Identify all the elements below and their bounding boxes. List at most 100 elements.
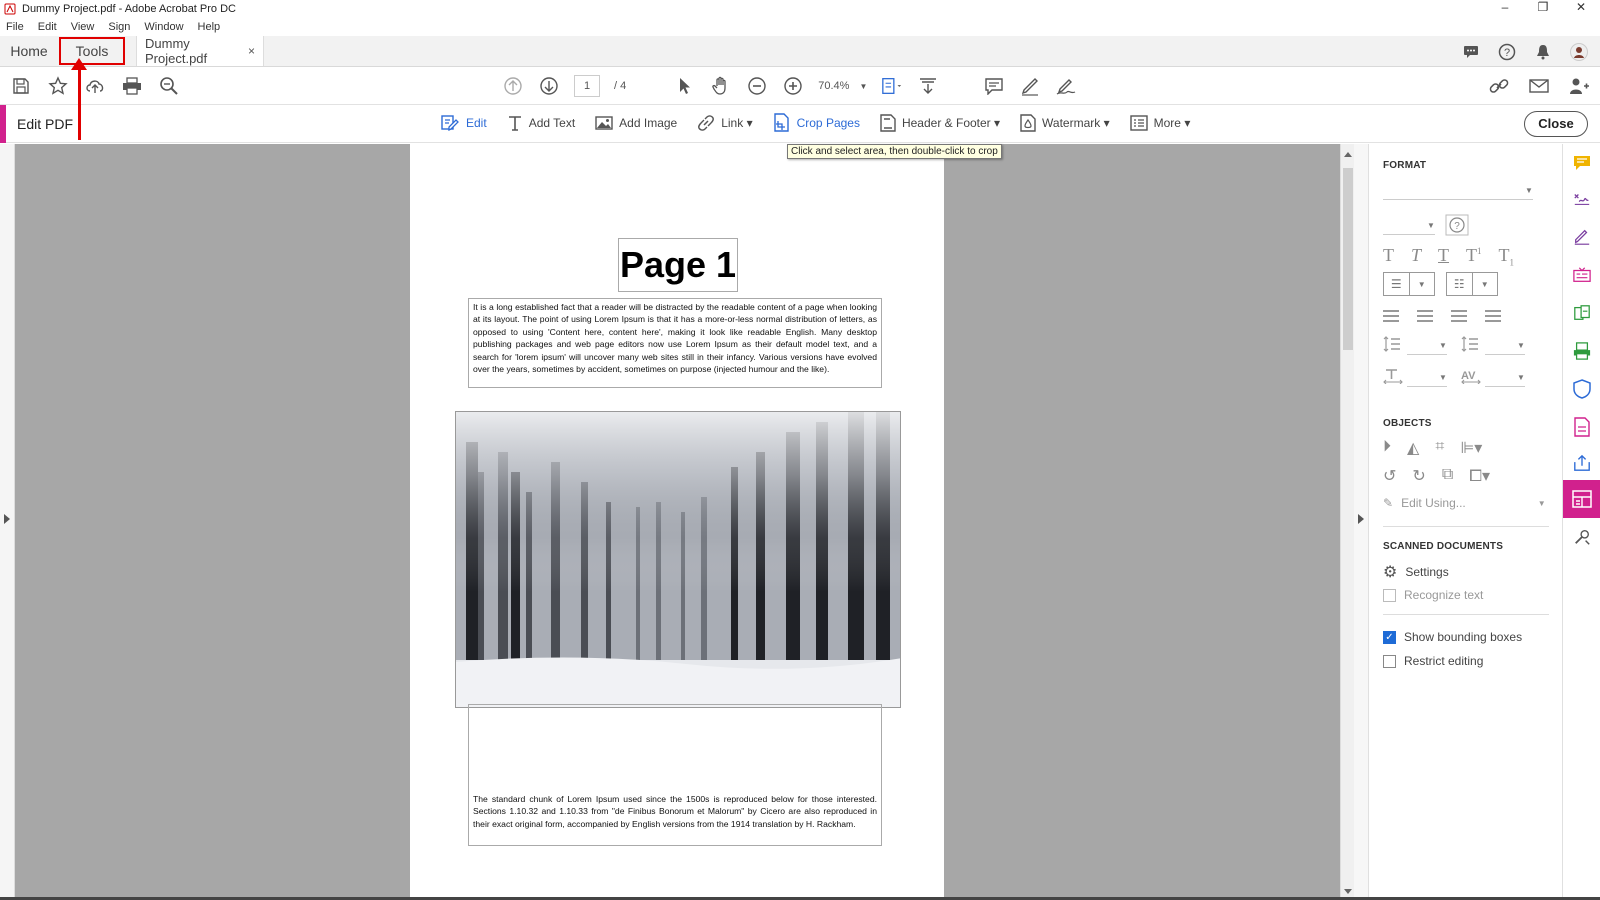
- header-footer-button[interactable]: Header & Footer ▾: [880, 114, 1000, 132]
- align-center-icon[interactable]: [1417, 310, 1433, 322]
- numbered-list-button[interactable]: ☷ ▼: [1446, 272, 1498, 296]
- comment-tool-icon[interactable]: [1573, 154, 1591, 172]
- pdf-page[interactable]: Page 1 It is a long established fact tha…: [410, 144, 944, 900]
- fit-page-icon[interactable]: [881, 75, 903, 97]
- menu-view[interactable]: View: [71, 21, 95, 33]
- combine-files-icon[interactable]: [1573, 304, 1591, 322]
- menu-window[interactable]: Window: [144, 21, 183, 33]
- minimize-button[interactable]: –: [1486, 0, 1524, 18]
- export-pdf-icon[interactable]: [1573, 417, 1591, 437]
- forest-image[interactable]: [455, 411, 901, 708]
- save-icon[interactable]: [10, 75, 32, 97]
- hand-tool-icon[interactable]: [710, 75, 732, 97]
- more-button[interactable]: More ▾: [1129, 115, 1190, 131]
- paragraph-textbox-2[interactable]: The standard chunk of Lorem Ipsum used s…: [468, 704, 882, 846]
- vertical-scrollbar[interactable]: [1340, 144, 1354, 900]
- line-spacing-dropdown[interactable]: [1407, 354, 1447, 355]
- upload-cloud-icon[interactable]: [84, 75, 106, 97]
- fill-sign-icon[interactable]: [1573, 190, 1591, 208]
- close-window-button[interactable]: ✕: [1562, 0, 1600, 18]
- close-tab-icon[interactable]: ×: [248, 44, 255, 58]
- flip-horizontal-icon[interactable]: ◭: [1407, 438, 1419, 458]
- add-user-icon[interactable]: [1568, 75, 1590, 97]
- menu-edit[interactable]: Edit: [38, 21, 57, 33]
- zoom-in-icon[interactable]: [782, 75, 804, 97]
- scroll-down-icon[interactable]: [1344, 889, 1352, 894]
- highlight-pen-icon[interactable]: [1019, 75, 1041, 97]
- font-size-dropdown[interactable]: [1383, 234, 1435, 235]
- crop-pages-button[interactable]: Crop Pages: [773, 113, 860, 133]
- crop-object-icon[interactable]: ⌗: [1435, 438, 1444, 458]
- share-export-icon[interactable]: [1573, 454, 1591, 472]
- scan-ocr-icon[interactable]: [1573, 342, 1591, 360]
- avatar[interactable]: [1568, 41, 1590, 63]
- character-spacing-icon[interactable]: AV: [1461, 368, 1483, 389]
- justify-icon[interactable]: [1485, 310, 1501, 322]
- rotate-right-icon[interactable]: ↻: [1412, 466, 1425, 486]
- left-panel-toggle[interactable]: [0, 144, 15, 900]
- arrange-icon[interactable]: ⧠▾: [1469, 466, 1490, 486]
- menu-file[interactable]: File: [6, 21, 24, 33]
- menu-sign[interactable]: Sign: [108, 21, 130, 33]
- scroll-mode-icon[interactable]: [917, 75, 939, 97]
- previous-page-icon[interactable]: [502, 75, 524, 97]
- search-zoom-icon[interactable]: [158, 75, 180, 97]
- replace-image-icon[interactable]: ⧉: [1442, 466, 1453, 486]
- menu-help[interactable]: Help: [198, 21, 221, 33]
- email-icon[interactable]: [1528, 75, 1550, 97]
- bell-icon[interactable]: [1532, 41, 1554, 63]
- subscript-icon[interactable]: T1: [1499, 245, 1515, 268]
- font-dropdown[interactable]: [1383, 199, 1533, 200]
- paragraph-spacing-dropdown[interactable]: [1485, 354, 1525, 355]
- close-edit-button[interactable]: Close: [1524, 111, 1588, 137]
- bold-icon[interactable]: T: [1383, 245, 1394, 268]
- tab-document[interactable]: Dummy Project.pdf ×: [136, 36, 264, 66]
- right-panel-toggle[interactable]: [1354, 144, 1368, 900]
- restrict-editing-checkbox[interactable]: [1383, 654, 1396, 668]
- add-image-button[interactable]: Add Image: [595, 115, 677, 131]
- restore-button[interactable]: ❐: [1524, 0, 1562, 18]
- comment-icon[interactable]: [983, 75, 1005, 97]
- horizontal-scaling-icon[interactable]: [1383, 368, 1403, 389]
- help-icon[interactable]: ?: [1496, 41, 1518, 63]
- scaling-dropdown[interactable]: [1407, 386, 1447, 387]
- tab-tools[interactable]: Tools: [58, 36, 126, 66]
- document-canvas[interactable]: Page 1 It is a long established fact tha…: [15, 144, 1340, 900]
- page-number-input[interactable]: 1: [574, 75, 600, 97]
- request-signature-icon[interactable]: [1573, 228, 1591, 246]
- flip-vertical-icon[interactable]: ⏵: [1383, 438, 1391, 458]
- more-tools-icon[interactable]: [1573, 528, 1591, 546]
- bookmark-star-icon[interactable]: [47, 75, 69, 97]
- next-page-icon[interactable]: [538, 75, 560, 97]
- prepare-form-icon[interactable]: [1573, 266, 1591, 284]
- chat-icon[interactable]: [1460, 41, 1482, 63]
- select-cursor-icon[interactable]: [674, 75, 696, 97]
- italic-icon[interactable]: T: [1411, 245, 1421, 268]
- superscript-icon[interactable]: T1: [1466, 245, 1482, 268]
- show-bounding-boxes-checkbox[interactable]: ✓: [1383, 630, 1396, 644]
- protect-shield-icon[interactable]: [1573, 379, 1591, 399]
- character-spacing-dropdown[interactable]: [1485, 386, 1525, 387]
- scroll-thumb[interactable]: [1343, 168, 1353, 350]
- sign-icon[interactable]: [1055, 75, 1077, 97]
- line-spacing-icon[interactable]: [1383, 336, 1401, 357]
- print-icon[interactable]: [121, 75, 143, 97]
- paragraph-textbox-1[interactable]: It is a long established fact that a rea…: [468, 298, 882, 388]
- add-text-button[interactable]: Add Text: [507, 115, 575, 131]
- align-objects-icon[interactable]: ⊫▾: [1460, 438, 1482, 458]
- recognize-text-option[interactable]: Recognize text: [1383, 588, 1483, 602]
- paragraph-spacing-icon[interactable]: [1461, 336, 1479, 357]
- share-link-icon[interactable]: [1488, 75, 1510, 97]
- watermark-button[interactable]: Watermark ▾: [1020, 114, 1110, 132]
- page-heading-textbox[interactable]: Page 1: [618, 238, 738, 292]
- tab-home[interactable]: Home: [0, 36, 58, 66]
- settings-button[interactable]: ⚙ Settings: [1383, 562, 1449, 582]
- align-left-icon[interactable]: [1383, 310, 1399, 322]
- edit-tool-button[interactable]: Edit: [440, 113, 487, 133]
- scroll-up-icon[interactable]: [1344, 152, 1352, 157]
- zoom-select[interactable]: 70.4% ▼: [818, 80, 867, 92]
- edit-using-dropdown[interactable]: ✎ Edit Using... ▼: [1383, 496, 1546, 510]
- zoom-out-icon[interactable]: [746, 75, 768, 97]
- link-button[interactable]: Link ▾: [697, 114, 753, 132]
- text-color-help-icon[interactable]: ?: [1445, 214, 1469, 241]
